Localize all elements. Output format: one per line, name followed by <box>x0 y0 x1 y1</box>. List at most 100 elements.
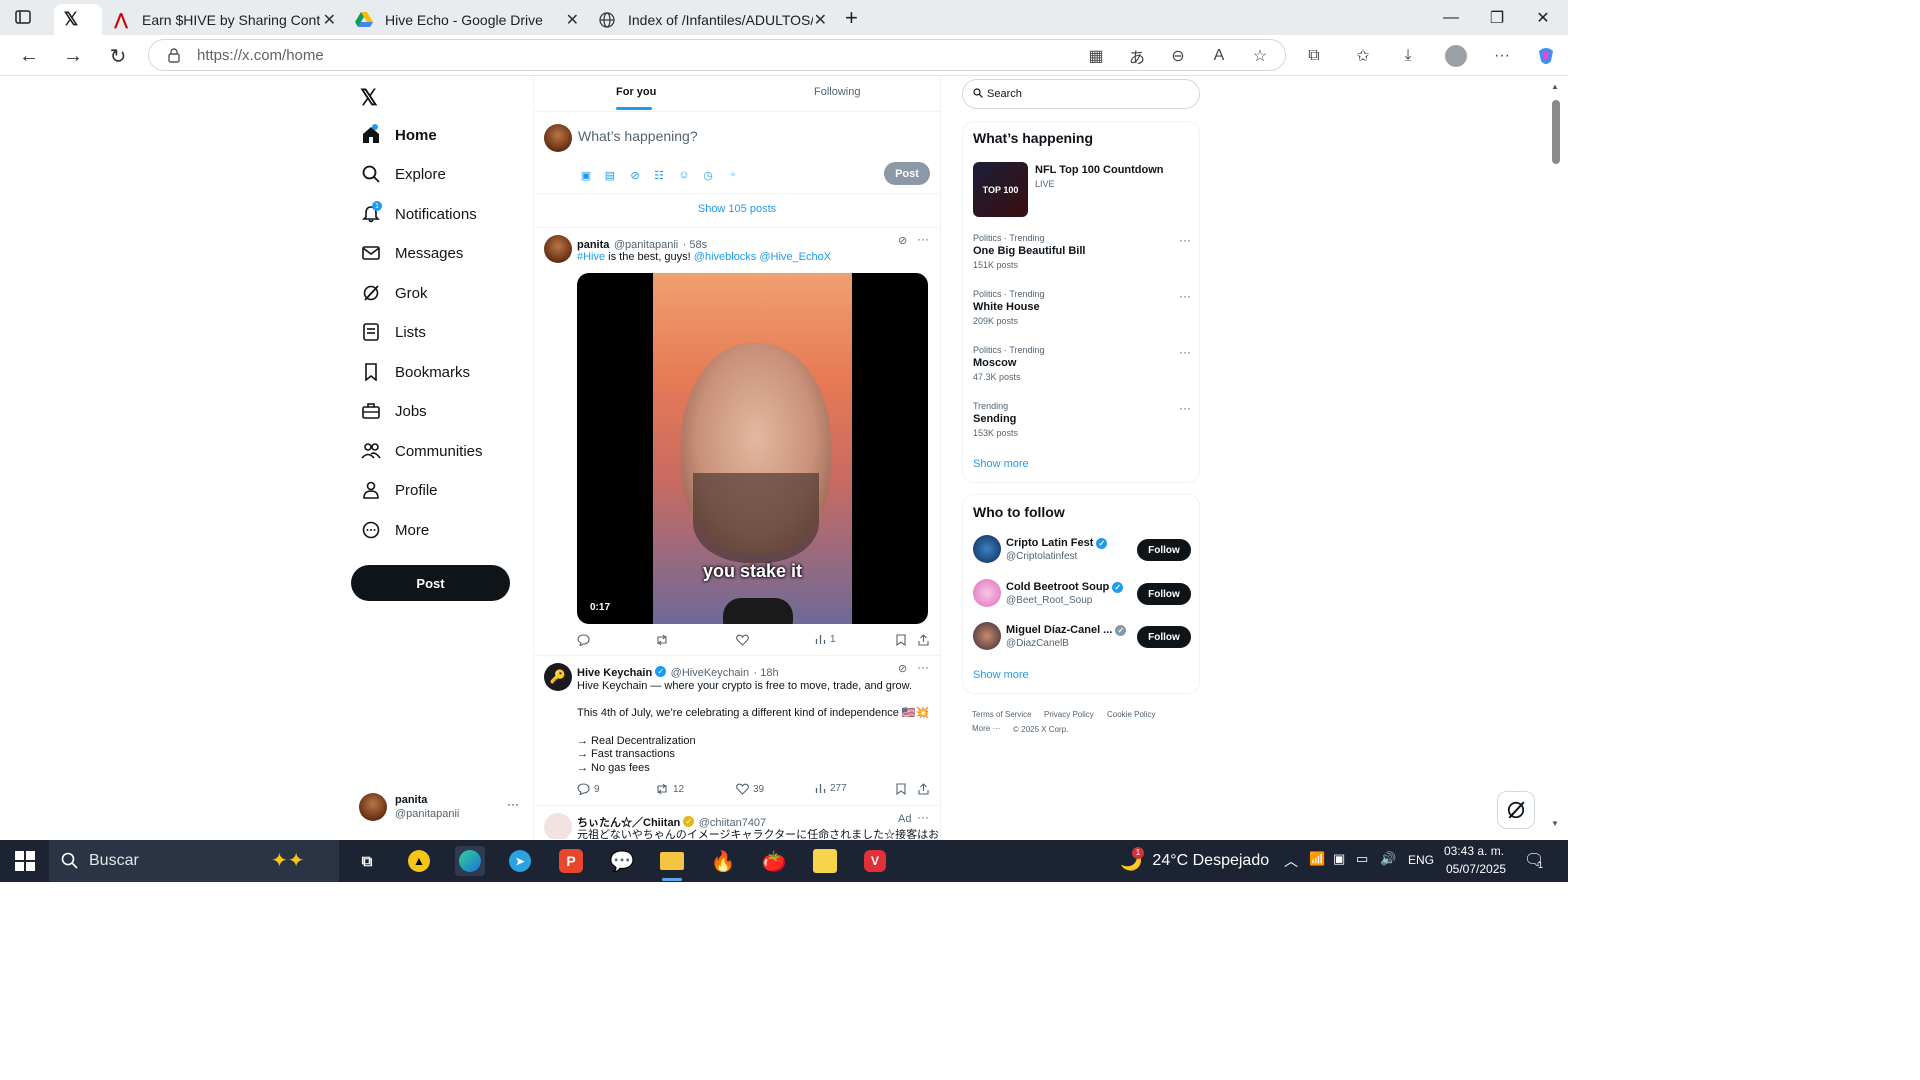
follow-suggestion[interactable]: Cripto Latin Fest ✓ @Criptolatinfest Foll… <box>973 535 1191 569</box>
grok-floating-button[interactable] <box>1497 791 1535 829</box>
read-aloud-icon[interactable]: A <box>1206 43 1232 69</box>
like-button[interactable] <box>736 634 753 646</box>
like-button[interactable]: 39 <box>736 783 764 795</box>
nav-item-notifications[interactable]: 1 Notifications <box>360 199 477 229</box>
app-warning-icon[interactable]: ▲ <box>404 846 434 876</box>
tweet-time[interactable]: · 18h <box>754 667 779 679</box>
tab-following[interactable]: Following <box>814 86 860 98</box>
favorite-star-icon[interactable]: ☆ <box>1247 43 1273 69</box>
scroll-down-arrow[interactable]: ▼ <box>1551 819 1559 828</box>
x-logo-icon[interactable]: 𝕏 <box>360 85 378 111</box>
extensions-icon[interactable]: ⧉ <box>1301 43 1327 69</box>
device-icon[interactable]: ▣ <box>1333 851 1345 867</box>
hashtag-link[interactable]: #Hive <box>577 251 605 263</box>
gif-icon[interactable]: ▤ <box>603 168 617 182</box>
input-language[interactable]: ENG <box>1408 853 1434 867</box>
trend-item[interactable]: Politics · Trending White House 209K pos… <box>973 289 1191 326</box>
live-event[interactable]: TOP 100 NFL Top 100 Countdown LIVE <box>973 162 1191 217</box>
minimize-button[interactable]: — <box>1428 0 1474 35</box>
volume-icon[interactable]: 🔊 <box>1380 851 1396 867</box>
footer-link-privacy[interactable]: Privacy Policy <box>1044 710 1094 719</box>
profile-avatar-icon[interactable] <box>1443 43 1469 69</box>
more-dots-icon[interactable]: ··· <box>507 797 519 811</box>
weather-widget[interactable]: 🌙 1 24°C Despejado <box>1120 840 1269 882</box>
emoji-icon[interactable]: ☺ <box>677 168 691 182</box>
battery-icon[interactable]: ▭ <box>1356 851 1368 867</box>
grok-icon[interactable]: ⊘ <box>628 168 642 182</box>
author-name[interactable]: Hive Keychain <box>577 667 652 679</box>
downloads-icon[interactable]: ⤓ <box>1395 43 1421 69</box>
nav-item-messages[interactable]: Messages <box>360 238 463 268</box>
tab-x[interactable]: 𝕏 <box>54 4 102 35</box>
taskbar-search[interactable]: Buscar ✦✦ <box>49 840 339 882</box>
tab-google-drive[interactable]: Hive Echo - Google Drive ✕ <box>347 4 587 35</box>
close-window-button[interactable]: ✕ <box>1520 0 1566 35</box>
composer-post-button[interactable]: Post <box>884 162 930 185</box>
footer-link-terms[interactable]: Terms of Service <box>972 710 1032 719</box>
repost-button[interactable] <box>655 634 673 646</box>
video-player[interactable]: you stake it 0:17 <box>577 273 928 624</box>
nav-item-jobs[interactable]: Jobs <box>360 396 427 426</box>
nav-item-explore[interactable]: Explore <box>360 159 446 189</box>
page-scrollbar[interactable]: ▲ ▼ <box>1548 76 1568 839</box>
more-dots-icon[interactable]: ··· <box>1179 233 1191 247</box>
player-app-icon[interactable] <box>810 846 840 876</box>
nav-item-communities[interactable]: Communities <box>360 436 483 466</box>
nav-item-home[interactable]: Home <box>360 120 437 150</box>
author-handle[interactable]: @HiveKeychain <box>671 667 749 679</box>
avatar[interactable] <box>544 813 572 839</box>
search-input[interactable]: Search <box>962 79 1200 109</box>
more-dots-icon[interactable]: ··· <box>917 660 929 674</box>
follow-button[interactable]: Follow <box>1137 626 1191 648</box>
show-more-link[interactable]: Show more <box>973 669 1029 681</box>
trend-item[interactable]: Politics · Trending One Big Beautiful Bi… <box>973 233 1191 270</box>
trend-item[interactable]: Politics · Trending Moscow 47.3K posts ·… <box>973 345 1191 382</box>
tweet[interactable]: ちぃたん☆／Chiitan ✓ @chiitan7407 Ad ··· 元祖どない… <box>534 806 940 839</box>
back-button[interactable]: ← <box>14 41 44 71</box>
tab-actions-icon[interactable] <box>14 8 34 28</box>
tomato-timer-icon[interactable]: 🍅 <box>759 846 789 876</box>
tab-peakd[interactable]: ⋀ Earn $HIVE by Sharing Content #... ✕ <box>104 4 344 35</box>
nav-item-lists[interactable]: Lists <box>360 317 426 347</box>
poll-icon[interactable]: ☷ <box>652 168 666 182</box>
schedule-icon[interactable]: ◷ <box>701 168 715 182</box>
clock-date[interactable]: 05/07/2025 <box>1446 862 1506 876</box>
footer-link-cookies[interactable]: Cookie Policy <box>1107 710 1155 719</box>
avatar[interactable] <box>544 235 572 263</box>
image-icon[interactable]: ▣ <box>579 168 593 182</box>
avatar[interactable] <box>544 124 572 152</box>
bookmark-button[interactable] <box>896 634 910 646</box>
more-dots-icon[interactable]: ··· <box>917 232 929 246</box>
apps-icon[interactable]: ▦ <box>1083 43 1109 69</box>
task-view-button[interactable]: ⧉ <box>352 846 382 876</box>
zoom-out-icon[interactable]: ⊖ <box>1165 43 1191 69</box>
flame-app-icon[interactable]: 🔥 <box>708 846 738 876</box>
vivaldi-icon[interactable]: V <box>860 846 890 876</box>
more-dots-icon[interactable]: ··· <box>1179 289 1191 303</box>
forward-button[interactable]: → <box>58 41 88 71</box>
post-button[interactable]: Post <box>351 565 510 601</box>
chat-bubble-icon[interactable]: 💬 <box>607 846 637 876</box>
settings-more-icon[interactable]: ··· <box>1489 43 1515 69</box>
tab-for-you[interactable]: For you <box>616 86 656 110</box>
favorites-icon[interactable]: ✩ <box>1350 43 1376 69</box>
network-icon[interactable]: 📶 <box>1309 851 1325 867</box>
scrollbar-thumb[interactable] <box>1552 100 1560 164</box>
close-icon[interactable]: ✕ <box>323 10 336 30</box>
notification-center-button[interactable]: 🗨 1 <box>1524 850 1544 870</box>
grok-icon[interactable]: ⊘ <box>898 234 907 247</box>
follow-button[interactable]: Follow <box>1137 539 1191 561</box>
repost-button[interactable]: 12 <box>655 783 684 795</box>
close-icon[interactable]: ✕ <box>814 10 827 30</box>
footer-link-more[interactable]: More ··· <box>972 724 1000 733</box>
translate-icon[interactable]: あ <box>1124 43 1150 69</box>
close-icon[interactable]: ✕ <box>566 10 579 30</box>
scroll-up-arrow[interactable]: ▲ <box>1551 82 1559 91</box>
bookmark-button[interactable] <box>896 783 910 795</box>
composer-input[interactable]: What’s happening? <box>578 128 698 144</box>
reply-button[interactable]: 9 <box>577 783 600 795</box>
follow-suggestion[interactable]: Miguel Díaz-Canel ... ✓ @DiazCanelB Follo… <box>973 622 1191 656</box>
more-dots-icon[interactable]: ··· <box>917 810 929 824</box>
views-button[interactable]: 1 <box>815 634 836 645</box>
clock-time[interactable]: 03:43 a. m. <box>1444 844 1504 858</box>
